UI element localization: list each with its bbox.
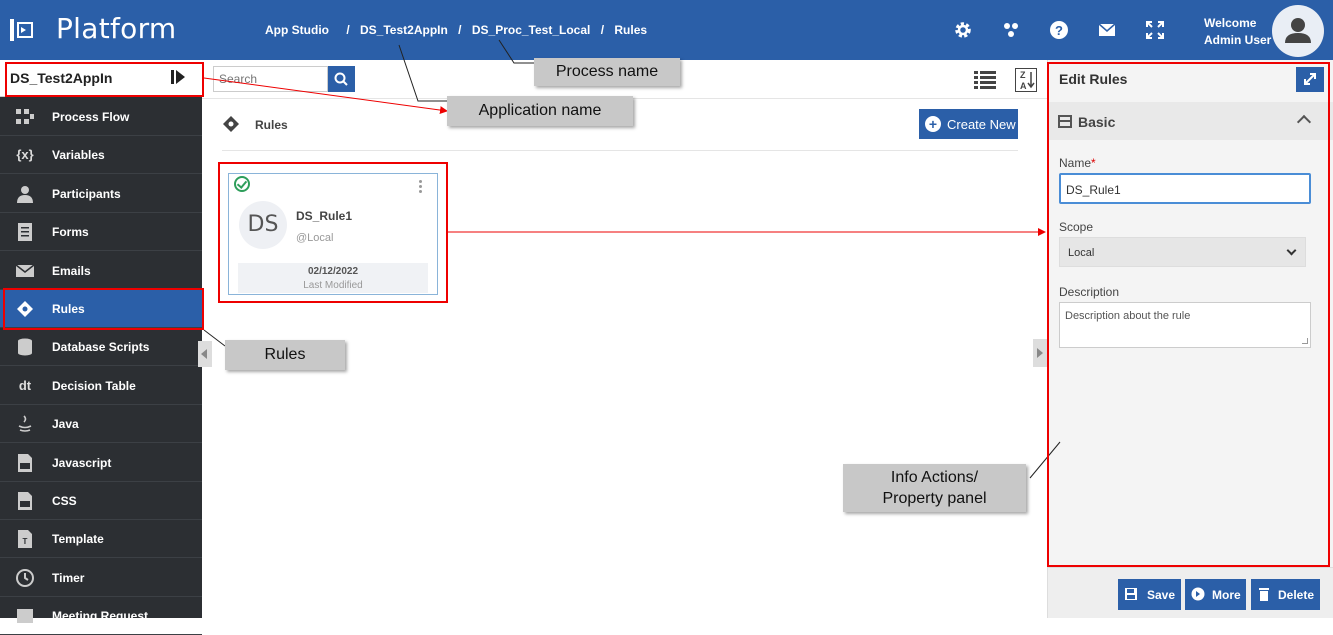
- breadcrumb-separator: /: [346, 23, 350, 37]
- sidebar-item-label: Emails: [52, 263, 91, 278]
- delete-label: Delete: [1278, 588, 1315, 602]
- callout-process-name: Process name: [534, 58, 680, 86]
- annotation-box-card: [218, 162, 448, 303]
- sidebar-item-variables[interactable]: {x} Variables: [0, 136, 202, 175]
- breadcrumb-separator: /: [600, 23, 605, 37]
- callout-application-name: Application name: [447, 96, 633, 126]
- fullscreen-icon[interactable]: [1145, 20, 1165, 40]
- brand-title: Platform: [56, 12, 177, 45]
- delete-button[interactable]: Delete: [1251, 579, 1320, 610]
- welcome-label: Welcome: [1204, 16, 1257, 30]
- sidebar-item-template[interactable]: T Template: [0, 520, 202, 559]
- section-heading: Rules: [255, 118, 288, 132]
- sidebar-item-label: Template: [52, 532, 104, 547]
- meeting-icon: [15, 607, 35, 625]
- sort-icon[interactable]: ZA: [1015, 68, 1037, 92]
- svg-text:?: ?: [1055, 23, 1063, 38]
- collapse-right-handle[interactable]: [1033, 339, 1047, 367]
- sidebar-item-forms[interactable]: Forms: [0, 213, 202, 252]
- search-button[interactable]: [328, 66, 355, 92]
- annotation-box-application: [5, 62, 204, 97]
- plus-icon: +: [925, 116, 941, 132]
- mail-icon[interactable]: [1097, 20, 1117, 40]
- sidebar-item-label: Meeting Request: [52, 609, 149, 624]
- java-icon: [15, 415, 35, 433]
- breadcrumb-separator: /: [458, 23, 462, 37]
- more-button[interactable]: More: [1185, 579, 1246, 610]
- collapse-left-handle[interactable]: [198, 341, 212, 367]
- more-icon: [1191, 587, 1205, 601]
- breadcrumb: App Studio / DS_Test2AppIn / DS_Proc_Tes…: [265, 23, 647, 37]
- trash-icon: [1259, 588, 1269, 601]
- callout-line-2: Property panel: [882, 490, 987, 507]
- help-icon[interactable]: ?: [1049, 20, 1069, 40]
- svg-text:Z: Z: [1020, 70, 1026, 80]
- css-icon: [15, 492, 35, 510]
- sidebar-item-database-scripts[interactable]: Database Scripts: [0, 328, 202, 367]
- participants-icon: [15, 185, 35, 203]
- sidebar-item-emails[interactable]: Emails: [0, 252, 202, 290]
- rules-icon: [222, 115, 240, 133]
- sidebar-item-label: Timer: [52, 570, 85, 585]
- top-bar: Platform App Studio / DS_Test2AppIn / DS…: [0, 0, 1333, 60]
- sidebar-item-participants[interactable]: Participants: [0, 175, 202, 213]
- sidebar-item-label: Database Scripts: [52, 340, 150, 355]
- breadcrumb-current: Rules: [614, 23, 648, 37]
- callout-property-panel: Info Actions/ Property panel: [843, 464, 1026, 512]
- more-label: More: [1212, 588, 1241, 602]
- search-input[interactable]: [213, 66, 328, 92]
- database-icon: [15, 338, 35, 356]
- sidebar-item-label: CSS: [52, 494, 77, 508]
- avatar[interactable]: [1272, 5, 1324, 57]
- sidebar-item-process-flow[interactable]: Process Flow: [0, 98, 202, 136]
- sidebar-item-java[interactable]: Java: [0, 405, 202, 444]
- save-button[interactable]: Save: [1118, 579, 1181, 610]
- main-content: ZA Rules + Create New DS DS_Rule1 @Local…: [198, 60, 1047, 618]
- sidebar-item-meeting-request[interactable]: Meeting Request: [0, 597, 202, 635]
- welcome-text: Welcome Admin User: [1204, 15, 1271, 49]
- menu-toggle-icon[interactable]: [10, 19, 34, 41]
- annotation-box-rules: [3, 288, 204, 330]
- javascript-icon: [15, 453, 35, 472]
- annotation-box-panel: [1047, 62, 1330, 567]
- panel-footer: Save More Delete: [1048, 567, 1333, 618]
- search-icon: [334, 72, 348, 86]
- sidebar-item-css[interactable]: CSS: [0, 482, 202, 520]
- sidebar-item-label: Forms: [52, 225, 89, 240]
- breadcrumb-application[interactable]: DS_Test2AppIn: [360, 23, 448, 37]
- create-new-label: Create New: [947, 117, 1016, 132]
- emails-icon: [15, 262, 35, 280]
- sidebar-item-label: Participants: [52, 186, 121, 201]
- callout-line-1: Info Actions/: [890, 469, 979, 486]
- sidebar: DS_Test2AppIn Process Flow {x} Variables Pa…: [0, 60, 202, 635]
- breadcrumb-process[interactable]: DS_Proc_Test_Local: [472, 23, 591, 37]
- cluster-icon[interactable]: [1001, 20, 1021, 40]
- callout-rules: Rules: [225, 340, 345, 370]
- timer-icon: [15, 568, 35, 587]
- user-name: Admin User: [1204, 33, 1272, 47]
- template-icon: T: [15, 530, 35, 549]
- decision-table-icon: dt: [18, 377, 32, 393]
- sidebar-item-label: Javascript: [52, 455, 112, 470]
- svg-text:A: A: [1020, 81, 1027, 91]
- variables-icon: {x}: [16, 147, 34, 163]
- save-icon: [1125, 588, 1137, 600]
- create-new-button[interactable]: + Create New: [919, 109, 1018, 139]
- sidebar-item-label: Decision Table: [52, 378, 136, 393]
- sidebar-item-label: Process Flow: [52, 110, 130, 124]
- sidebar-item-decision-table[interactable]: dt Decision Table: [0, 367, 202, 405]
- process-flow-icon: [15, 108, 35, 126]
- sidebar-item-label: Variables: [52, 148, 105, 163]
- sidebar-item-label: Java: [52, 417, 79, 432]
- sidebar-item-timer[interactable]: Timer: [0, 559, 202, 597]
- gear-icon[interactable]: [953, 20, 973, 40]
- save-label: Save: [1147, 588, 1176, 602]
- divider: [222, 150, 1018, 151]
- forms-icon: [15, 223, 35, 242]
- list-view-icon[interactable]: [974, 70, 996, 90]
- breadcrumb-app-studio[interactable]: App Studio: [265, 23, 329, 37]
- svg-text:T: T: [23, 537, 28, 546]
- sidebar-item-javascript[interactable]: Javascript: [0, 444, 202, 482]
